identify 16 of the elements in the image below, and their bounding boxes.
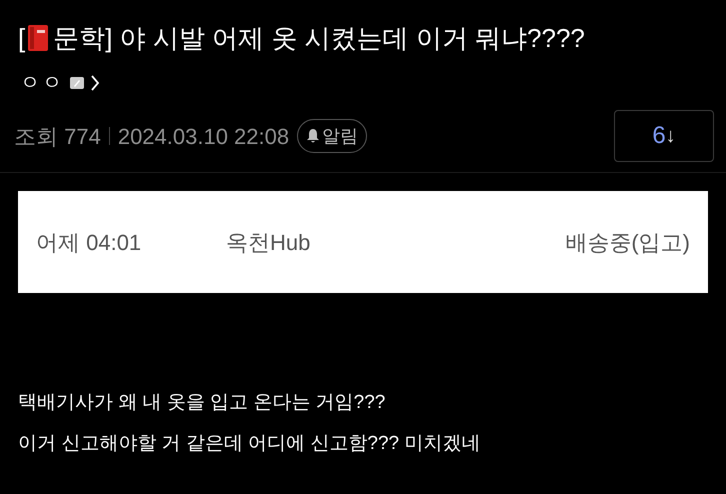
title-bracket: [: [18, 22, 26, 55]
body-text: 이거 신고해야할 거 같은데 어디에 신고함??? 미치겠네: [18, 432, 482, 456]
body-text: 택배기사가 왜 내 옷을 입고 온다는 거임???: [18, 391, 386, 415]
chevron-right-icon[interactable]: [90, 74, 100, 92]
view-count: 조회 774: [14, 122, 101, 150]
tracking-location: 옥천Hub: [226, 228, 312, 256]
tracking-time: 어제 04:01: [36, 228, 142, 256]
tracking-status: 배송중(입고): [565, 228, 690, 256]
comment-count-button[interactable]: 6↓: [614, 110, 714, 162]
book-icon: [27, 24, 50, 52]
author-name[interactable]: ㅇㅇ: [20, 68, 64, 98]
post-date: 2024.03.10 22:08: [118, 122, 290, 150]
post-title: 문학] 야 시발 어제 옷 시켰는데 이거 뭐냐????: [53, 22, 585, 55]
alert-button[interactable]: 알림: [297, 119, 368, 153]
badge-icon: [70, 77, 84, 89]
bell-icon: [306, 128, 320, 144]
